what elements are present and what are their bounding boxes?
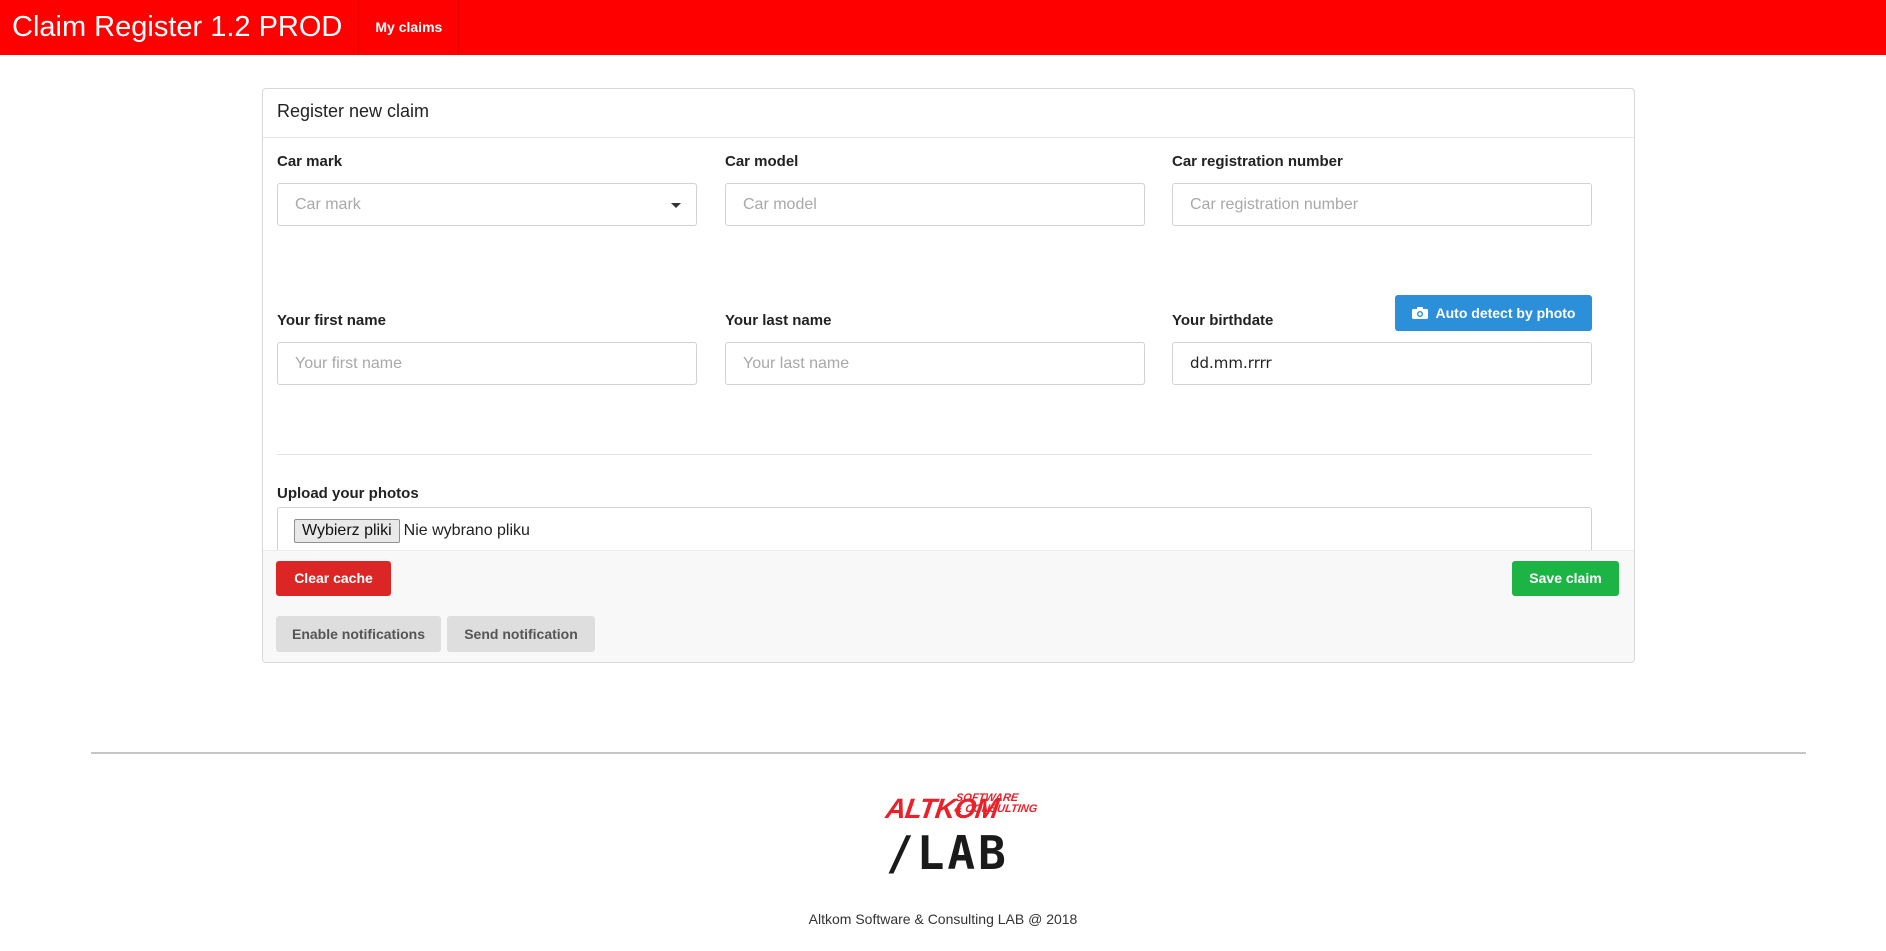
card-footer: Clear cache Save claim Enable notificati… <box>263 550 1634 662</box>
enable-notifications-button[interactable]: Enable notifications <box>276 616 441 652</box>
upload-photos-input[interactable]: Wybierz pliki Nie wybrano pliku <box>277 507 1592 554</box>
first-name-field: Your first name Your first name <box>277 311 697 385</box>
app-title[interactable]: Claim Register 1.2 PROD <box>0 0 360 55</box>
logo-subtitle-line-2: & CONSULTING <box>953 803 1039 815</box>
car-model-label: Car model <box>725 153 799 170</box>
car-model-input[interactable]: Car model <box>725 183 1145 226</box>
choose-files-button[interactable]: Wybierz pliki <box>294 518 400 543</box>
car-registration-label: Car registration number <box>1172 153 1343 170</box>
car-model-field: Car model Car model <box>725 152 1145 226</box>
card-body: Car mark Car mark Car model Car model Ca… <box>263 138 1634 554</box>
last-name-field: Your last name Your last name <box>725 311 1145 385</box>
file-status-text: Nie wybrano pliku <box>403 521 530 539</box>
top-navbar: Claim Register 1.2 PROD My claims <box>0 0 1886 55</box>
last-name-input[interactable]: Your last name <box>725 342 1145 385</box>
logo-lab-text: /LAB <box>886 826 1009 880</box>
footer-divider <box>91 752 1806 754</box>
upload-photos-label: Upload your photos <box>277 485 419 502</box>
clear-cache-button[interactable]: Clear cache <box>276 561 391 596</box>
first-name-input[interactable]: Your first name <box>277 342 697 385</box>
nav-link-my-claims[interactable]: My claims <box>359 0 460 55</box>
chevron-down-icon <box>671 203 681 208</box>
car-registration-field: Car registration number Car registration… <box>1172 152 1592 226</box>
last-name-label: Your last name <box>725 312 832 329</box>
copyright-text: Altkom Software & Consulting LAB @ 2018 <box>808 911 1078 927</box>
car-mark-placeholder: Car mark <box>295 196 361 213</box>
send-notification-button[interactable]: Send notification <box>447 616 595 652</box>
save-claim-button[interactable]: Save claim <box>1512 561 1619 596</box>
car-mark-field: Car mark Car mark <box>277 152 697 226</box>
register-claim-card: Register new claim Car mark Car mark Car… <box>262 88 1635 663</box>
logo-subtitle: SOFTWARE & CONSULTING <box>953 792 1039 815</box>
altkom-lab-logo: ALTKOM SOFTWARE & CONSULTING /LAB <box>880 785 1038 885</box>
car-mark-select[interactable]: Car mark <box>277 183 697 226</box>
birthdate-label: Your birthdate <box>1172 312 1274 329</box>
birthdate-field: Your birthdate dd.mm.rrrr <box>1172 311 1592 385</box>
form-divider <box>277 454 1592 455</box>
first-name-label: Your first name <box>277 312 386 329</box>
car-registration-input[interactable]: Car registration number <box>1172 183 1592 226</box>
car-mark-label: Car mark <box>277 153 343 170</box>
birthdate-input[interactable]: dd.mm.rrrr <box>1172 342 1592 385</box>
card-title: Register new claim <box>263 89 1634 138</box>
